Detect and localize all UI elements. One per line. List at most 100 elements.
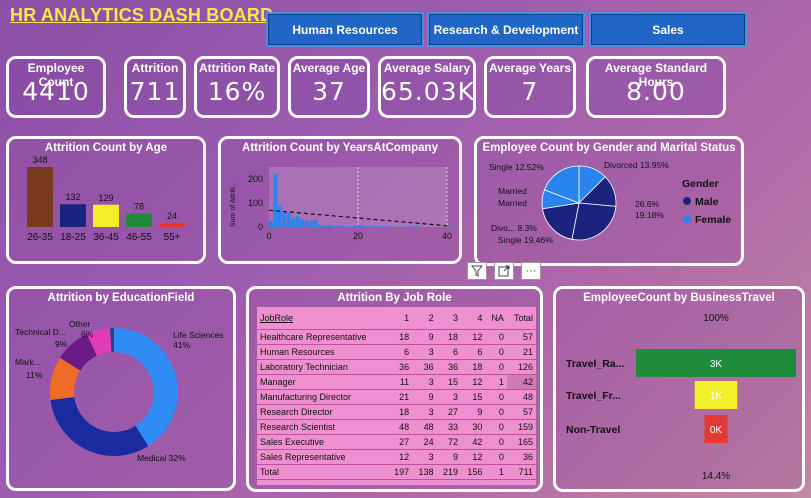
table-row: Healthcare Representative 18 9 18 12 0 57: [257, 329, 536, 345]
table-cell: 11: [387, 374, 413, 390]
kpi-value: 7: [521, 77, 539, 106]
table-cell: 3: [412, 374, 437, 390]
kpi-average-years: Average Years 7: [484, 56, 576, 118]
table-cell: 156: [461, 464, 486, 480]
age-category-label: 26-35: [27, 232, 53, 243]
table-cell: 0: [485, 389, 507, 405]
table-cell: 33: [436, 419, 461, 435]
legend-label: Female: [695, 214, 731, 226]
table-cell: 0: [485, 329, 507, 345]
tab-human-resources[interactable]: Human Resources: [266, 12, 424, 47]
table-row: Manager 11 3 15 12 1 42: [257, 374, 536, 390]
pie-label: Divorced 13.95%: [604, 160, 669, 170]
table-row: Manufacturing Director 21 9 3 15 0 48: [257, 389, 536, 405]
years-bar: [415, 226, 420, 227]
years-bar: [411, 226, 416, 227]
table-cell: 219: [436, 464, 461, 480]
funnel-bar-value: 0K: [710, 425, 723, 436]
kpi-label: Average Age: [292, 61, 366, 75]
table-cell: 18: [436, 329, 461, 345]
legend-swatch: [683, 215, 691, 223]
table-cell: 30: [461, 419, 486, 435]
years-bar: [447, 226, 451, 227]
table-cell: 0: [485, 419, 507, 435]
pie-label: Married: [498, 198, 527, 208]
kpi-label: Average Salary: [383, 61, 471, 75]
years-bar: [273, 173, 278, 227]
filter-icon[interactable]: [467, 262, 487, 280]
table-cell: 72: [436, 434, 461, 450]
years-bar: [375, 226, 380, 227]
funnel-category-label: Travel_Ra...: [566, 358, 624, 370]
years-bar: [340, 226, 345, 227]
kpi-average-salary: Average Salary 65.03K: [378, 56, 476, 118]
column-header[interactable]: 2: [412, 307, 437, 330]
kpi-average-age: Average Age 37: [288, 56, 370, 118]
years-bar: [406, 226, 411, 227]
funnel-top-label: 100%: [703, 313, 729, 324]
column-header[interactable]: 4: [461, 307, 486, 330]
years-bar: [309, 221, 313, 227]
legend-swatch: [683, 197, 691, 205]
years-bar: [335, 225, 340, 227]
years-bar: [398, 226, 402, 227]
column-header[interactable]: Total: [506, 307, 536, 330]
table-cell: 3: [436, 389, 461, 405]
column-header[interactable]: JobRole: [257, 307, 388, 330]
table-cell: 3: [412, 449, 437, 465]
table-cell: 165: [506, 434, 536, 450]
jobrole-table: JobRole 1 2 3 4 NA Total Healthcare Representa…: [257, 307, 536, 480]
years-bar: [366, 226, 371, 227]
age-bar: [126, 213, 152, 227]
column-header[interactable]: 1: [387, 307, 413, 330]
tab-sales[interactable]: Sales: [589, 12, 747, 47]
kpi-value: 8.00: [626, 77, 686, 106]
years-bar: [277, 205, 282, 227]
kpi-attrition-rate: Attrition Rate 16%: [194, 56, 280, 118]
table-cell: 6: [436, 344, 461, 360]
table-cell: 36: [436, 359, 461, 375]
x-tick-label: 0: [266, 231, 271, 241]
education-donut-slice: [50, 397, 149, 456]
funnel-bar-value: 1K: [710, 391, 723, 402]
column-header[interactable]: NA: [485, 307, 507, 330]
x-tick-label: 40: [442, 231, 452, 241]
table-cell: 27: [436, 404, 461, 420]
table-cell: 18: [387, 329, 413, 345]
years-bar: [362, 225, 367, 227]
dashboard-title: HR ANALYTICS DASH BOARD: [10, 5, 274, 25]
table-cell: 48: [412, 419, 437, 435]
table-cell: 9: [461, 404, 486, 420]
table-cell: 159: [506, 419, 536, 435]
column-header[interactable]: 3: [436, 307, 461, 330]
table-cell: 21: [387, 389, 413, 405]
age-bar-value: 129: [98, 193, 113, 203]
table-header-row: JobRole 1 2 3 4 NA Total: [257, 307, 536, 330]
age-bar: [27, 167, 53, 227]
table-cell: 0: [485, 449, 507, 465]
travel-funnel-chart: 100% 3K Travel_Ra... 1K Travel_Fr... 0K Non-Tr…: [566, 313, 796, 482]
table-cell: 18: [387, 404, 413, 420]
panel-title: Attrition By Job Role: [337, 292, 452, 304]
kpi-value: 16%: [207, 77, 267, 106]
y-tick-label: 200: [248, 174, 263, 184]
table-cell: 711: [506, 464, 536, 480]
table-cell: 21: [506, 344, 536, 360]
table-cell: 48: [387, 419, 413, 435]
legend-title: Gender: [682, 178, 719, 190]
donut-label: Medical 32%: [137, 453, 186, 463]
table-cell: 0: [485, 359, 507, 375]
donut-label: Technical D...: [15, 327, 66, 337]
pie-label: 26.6%: [635, 199, 660, 209]
age-bar-value: 78: [134, 202, 144, 212]
table-cell: 197: [387, 464, 413, 480]
table-cell: 9: [412, 329, 437, 345]
tab-research-development[interactable]: Research & Development: [427, 12, 585, 47]
years-bar: [389, 226, 393, 227]
table-cell: Research Scientist: [257, 419, 388, 435]
table-row: Research Director 18 3 27 9 0 57: [257, 404, 536, 420]
table-cell: 12: [461, 374, 486, 390]
more-options-icon[interactable]: ···: [521, 262, 541, 280]
focus-mode-icon[interactable]: [494, 262, 514, 280]
table-cell: 24: [412, 434, 437, 450]
